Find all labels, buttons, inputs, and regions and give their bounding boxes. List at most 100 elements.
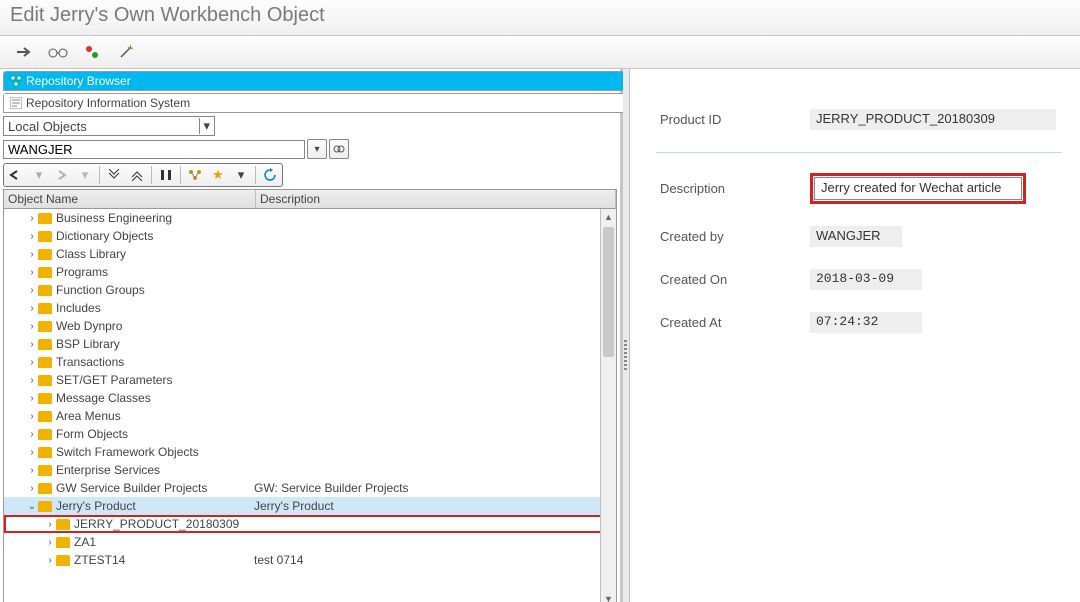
- tab-repository-browser[interactable]: Repository Browser: [4, 72, 658, 90]
- dropdown-button[interactable]: ▾: [307, 139, 327, 159]
- glasses-icon[interactable]: [48, 42, 68, 62]
- tree-item[interactable]: › Class Library: [4, 245, 616, 263]
- tree-item[interactable]: › JERRY_PRODUCT_20180309: [4, 515, 616, 533]
- tree-item[interactable]: › Message Classes: [4, 389, 616, 407]
- label-created-by: Created by: [660, 229, 810, 244]
- favorite-menu-button[interactable]: ▾: [230, 165, 252, 185]
- tree-icon: [10, 75, 22, 87]
- tree-item[interactable]: › Form Objects: [4, 425, 616, 443]
- object-tree[interactable]: ▲ ▼ ›Business Engineering›Dictionary Obj…: [3, 209, 617, 602]
- column-object-name[interactable]: Object Name: [4, 190, 256, 208]
- tree-item[interactable]: › Programs: [4, 263, 616, 281]
- expand-icon[interactable]: ›: [26, 339, 38, 350]
- window-title: Edit Jerry's Own Workbench Object: [0, 0, 1080, 36]
- field-description[interactable]: Jerry created for Wechat article: [814, 177, 1022, 200]
- expand-icon[interactable]: ›: [26, 213, 38, 224]
- expand-icon[interactable]: ›: [44, 555, 56, 566]
- user-input[interactable]: [3, 140, 305, 159]
- folder-icon: [38, 249, 52, 260]
- scrollbar[interactable]: ▲ ▼: [600, 209, 616, 602]
- tree-item[interactable]: ›Switch Framework Objects: [4, 443, 616, 461]
- tree-item[interactable]: ⌄Jerry's ProductJerry's Product: [4, 497, 616, 515]
- folder-icon: [38, 321, 52, 332]
- column-description[interactable]: Description: [256, 190, 616, 208]
- display-button[interactable]: [329, 139, 349, 159]
- expand-icon[interactable]: ›: [26, 411, 38, 422]
- scroll-thumb[interactable]: [603, 227, 614, 357]
- tree-item[interactable]: ›BSP Library: [4, 335, 616, 353]
- folder-icon: [38, 429, 52, 440]
- tree-item-label: Area Menus: [56, 409, 121, 423]
- expand-icon[interactable]: ›: [26, 447, 38, 458]
- expand-all-button[interactable]: [103, 165, 125, 185]
- expand-icon[interactable]: ›: [26, 393, 38, 404]
- folder-icon: [56, 519, 70, 530]
- expand-icon[interactable]: ›: [26, 483, 38, 494]
- nav-back-button[interactable]: [5, 165, 27, 185]
- tree-item-label: Function Groups: [56, 283, 145, 297]
- tree-item[interactable]: › Area Menus: [4, 407, 616, 425]
- tree-item[interactable]: › Transactions: [4, 353, 616, 371]
- scope-dropdown[interactable]: Local Objects ▾: [3, 116, 215, 136]
- favorite-button[interactable]: ★: [207, 165, 229, 185]
- activate-icon[interactable]: [82, 42, 102, 62]
- tab-repository-information-system[interactable]: Repository Information System: [4, 94, 658, 112]
- tree-item[interactable]: ›Enterprise Services: [4, 461, 616, 479]
- folder-icon: [38, 411, 52, 422]
- tree-item-description: Jerry's Product: [254, 499, 334, 513]
- tree-item[interactable]: ›GW Service Builder ProjectsGW: Service …: [4, 479, 616, 497]
- nav-forward-history-button[interactable]: ▾: [74, 165, 96, 185]
- nav-forward-button[interactable]: [51, 165, 73, 185]
- tree-item-label: JERRY_PRODUCT_20180309: [74, 517, 239, 531]
- tree-item[interactable]: › Dictionary Objects: [4, 227, 616, 245]
- wand-icon[interactable]: [116, 42, 136, 62]
- expand-icon[interactable]: ›: [26, 231, 38, 242]
- chevron-down-icon: ▾: [199, 118, 210, 134]
- folder-icon: [38, 483, 52, 494]
- folder-icon: [38, 339, 52, 350]
- expand-icon[interactable]: ›: [44, 519, 56, 530]
- expand-icon[interactable]: ›: [26, 429, 38, 440]
- tree-item-label: Dictionary Objects: [56, 229, 153, 243]
- highlight-description: Jerry created for Wechat article: [810, 173, 1026, 204]
- folder-icon: [38, 393, 52, 404]
- tree-item-label: Transactions: [56, 355, 124, 369]
- expand-icon[interactable]: ›: [26, 249, 38, 260]
- expand-icon[interactable]: ›: [26, 267, 38, 278]
- expand-icon[interactable]: ›: [26, 465, 38, 476]
- tree-item[interactable]: ›Web Dynpro: [4, 317, 616, 335]
- expand-icon[interactable]: ›: [26, 285, 38, 296]
- folder-icon: [38, 375, 52, 386]
- refresh-button[interactable]: [259, 165, 281, 185]
- find-button[interactable]: [155, 165, 177, 185]
- tree-item[interactable]: ›Includes: [4, 299, 616, 317]
- tree-item[interactable]: ›ZTEST14test 0714: [4, 551, 616, 569]
- expand-icon[interactable]: ›: [26, 375, 38, 386]
- tree-item[interactable]: ›Business Engineering: [4, 209, 616, 227]
- expand-icon[interactable]: ›: [26, 321, 38, 332]
- folder-icon: [38, 267, 52, 278]
- tree-item-label: Class Library: [56, 247, 126, 261]
- execute-icon[interactable]: [14, 42, 34, 62]
- tree-item-label: ZTEST14: [74, 553, 125, 567]
- nav-back-history-button[interactable]: ▾: [28, 165, 50, 185]
- tree-item-label: Message Classes: [56, 391, 151, 405]
- expand-icon[interactable]: ›: [44, 537, 56, 548]
- scroll-down-icon[interactable]: ▼: [601, 591, 616, 602]
- tree-item-label: ZA1: [74, 535, 96, 549]
- tree-item-label: Form Objects: [56, 427, 128, 441]
- expand-icon[interactable]: ›: [26, 303, 38, 314]
- where-used-button[interactable]: [184, 165, 206, 185]
- splitter-handle[interactable]: [623, 69, 630, 602]
- tree-item[interactable]: ›SET/GET Parameters: [4, 371, 616, 389]
- tree-item[interactable]: › Function Groups: [4, 281, 616, 299]
- scroll-up-icon[interactable]: ▲: [601, 209, 616, 225]
- collapse-all-button[interactable]: [126, 165, 148, 185]
- info-tree-icon: [10, 97, 22, 109]
- expand-icon[interactable]: ›: [26, 357, 38, 368]
- collapse-icon[interactable]: ⌄: [26, 501, 38, 512]
- tab-label: Repository Information System: [26, 96, 190, 110]
- tree-item-label: Programs: [56, 265, 108, 279]
- tree-item[interactable]: › ZA1: [4, 533, 616, 551]
- field-created-by: WANGJER: [810, 226, 902, 247]
